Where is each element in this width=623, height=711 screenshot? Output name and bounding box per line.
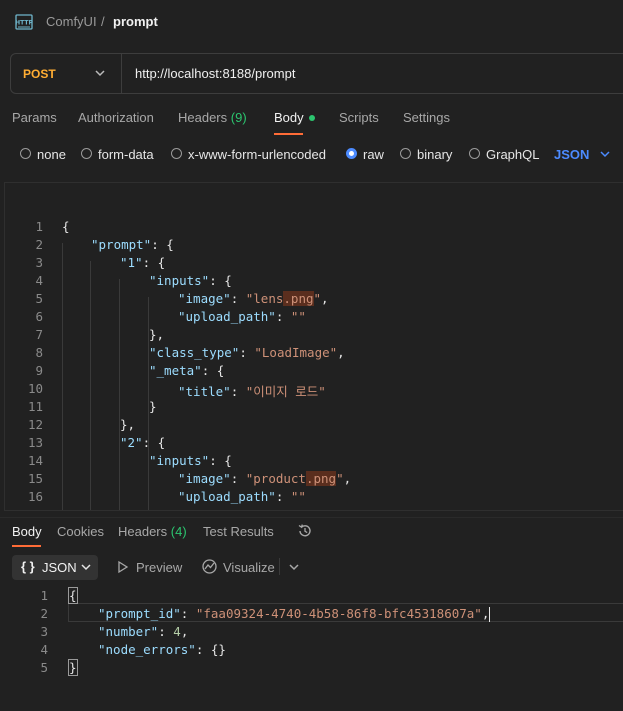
preview-button[interactable]: Preview <box>136 560 182 575</box>
url-input[interactable]: http://localhost:8188/prompt <box>135 66 295 81</box>
code-line: "title": "이미지 로드" <box>178 384 326 399</box>
code-line: { <box>62 219 70 234</box>
code-line: }, <box>149 327 165 342</box>
visualize-button[interactable]: Visualize <box>223 560 275 575</box>
code-line: { <box>68 587 78 604</box>
code-line: } <box>68 659 78 676</box>
breadcrumb-request-name[interactable]: prompt <box>113 14 158 29</box>
active-tab-indicator <box>12 545 41 547</box>
line-number: 3 <box>40 624 48 639</box>
tab-scripts[interactable]: Scripts <box>339 110 379 125</box>
code-line: "_meta": { <box>149 363 225 378</box>
radio-binary-label[interactable]: binary <box>417 147 452 162</box>
tab-headers[interactable]: Headers (9) <box>178 110 247 125</box>
line-number: 9 <box>35 363 43 378</box>
method-select[interactable]: POST <box>23 67 56 81</box>
radio-binary[interactable] <box>400 148 411 159</box>
code-line: "inputs": { <box>149 273 232 288</box>
language-select[interactable]: JSON <box>554 147 589 162</box>
response-tab-body[interactable]: Body <box>12 524 42 539</box>
radio-urlencoded-label[interactable]: x-www-form-urlencoded <box>188 147 326 162</box>
line-number: 3 <box>35 255 43 270</box>
code-line: "class_type": "LoadImage", <box>149 345 345 360</box>
line-number: 2 <box>40 606 48 621</box>
tab-params[interactable]: Params <box>12 110 57 125</box>
line-number: 1 <box>35 219 43 234</box>
line-number: 7 <box>35 327 43 342</box>
tab-settings[interactable]: Settings <box>403 110 450 125</box>
response-headers-count-badge: (4) <box>170 524 187 539</box>
history-icon[interactable] <box>296 522 314 540</box>
line-number: 2 <box>35 237 43 252</box>
tab-body[interactable]: Body <box>274 110 304 125</box>
response-body-viewer[interactable] <box>0 584 623 684</box>
indent-guide <box>119 279 120 510</box>
chevron-down-icon[interactable] <box>598 147 612 161</box>
response-tab-cookies[interactable]: Cookies <box>57 524 104 539</box>
response-tab-headers-label: Headers <box>118 524 168 539</box>
response-format-label[interactable]: JSON <box>42 560 77 575</box>
code-line: }, <box>120 417 136 432</box>
radio-graphql[interactable] <box>469 148 480 159</box>
request-body-editor[interactable]: 1 2 3 4 5 6 7 8 9 10 11 12 13 14 15 16 {… <box>4 182 623 511</box>
radio-graphql-label[interactable]: GraphQL <box>486 147 539 162</box>
radio-form-data-label[interactable]: form-data <box>98 147 154 162</box>
response-tab-headers[interactable]: Headers (4) <box>118 524 187 539</box>
line-number: 12 <box>27 417 43 432</box>
radio-urlencoded[interactable] <box>171 148 182 159</box>
line-number: 6 <box>35 309 43 324</box>
indent-guide <box>90 261 91 510</box>
radio-raw-label[interactable]: raw <box>363 147 384 162</box>
code-line: } <box>149 399 157 414</box>
tab-authorization[interactable]: Authorization <box>78 110 154 125</box>
http-icon: HTTP <box>15 14 33 30</box>
body-modified-dot <box>309 115 315 121</box>
line-number: 13 <box>27 435 43 450</box>
radio-none-label[interactable]: none <box>37 147 66 162</box>
code-line: "inputs": { <box>149 453 232 468</box>
line-number: 4 <box>35 273 43 288</box>
pane-divider[interactable] <box>0 517 623 518</box>
line-number: 11 <box>27 399 43 414</box>
indent-guide <box>62 243 63 510</box>
code-line: "image": "product.png", <box>178 471 352 486</box>
preview-icon[interactable] <box>116 560 130 574</box>
response-tab-test-results[interactable]: Test Results <box>203 524 274 539</box>
line-number: 4 <box>40 642 48 657</box>
code-line: "prompt_id": "faa09324-4740-4b58-86f8-bf… <box>98 606 491 622</box>
toolbar-divider <box>279 558 280 575</box>
code-line: "image": "lens.png", <box>178 291 329 306</box>
line-number: 14 <box>27 453 43 468</box>
json-format-icon: { } <box>21 559 35 574</box>
line-number: 5 <box>40 660 48 675</box>
line-number: 16 <box>27 489 43 504</box>
visualize-icon[interactable] <box>201 558 218 575</box>
code-line: "prompt": { <box>91 237 174 252</box>
headers-count-badge: (9) <box>230 110 247 125</box>
code-line: "upload_path": "" <box>178 309 306 324</box>
line-number: 8 <box>35 345 43 360</box>
code-line: "number": 4, <box>98 624 189 639</box>
tab-headers-label: Headers <box>178 110 228 125</box>
code-line: "node_errors": {} <box>98 642 226 657</box>
line-number: 1 <box>40 588 48 603</box>
svg-text:HTTP: HTTP <box>15 20 33 27</box>
chevron-down-icon[interactable] <box>79 560 93 574</box>
line-number: 5 <box>35 291 43 306</box>
code-line: "2": { <box>120 435 166 450</box>
chevron-down-icon[interactable] <box>93 66 107 80</box>
chevron-down-icon[interactable] <box>287 560 301 574</box>
line-number: 15 <box>27 471 43 486</box>
radio-form-data[interactable] <box>81 148 92 159</box>
code-line: "upload_path": "" <box>178 489 306 504</box>
radio-raw[interactable] <box>346 148 357 159</box>
radio-none[interactable] <box>20 148 31 159</box>
breadcrumb-separator: / <box>101 14 105 29</box>
active-tab-indicator <box>274 133 303 135</box>
text-cursor <box>489 607 491 622</box>
url-divider <box>121 54 122 93</box>
line-number: 10 <box>27 381 43 396</box>
code-line: "1": { <box>120 255 166 270</box>
breadcrumb-collection[interactable]: ComfyUI <box>46 14 97 29</box>
